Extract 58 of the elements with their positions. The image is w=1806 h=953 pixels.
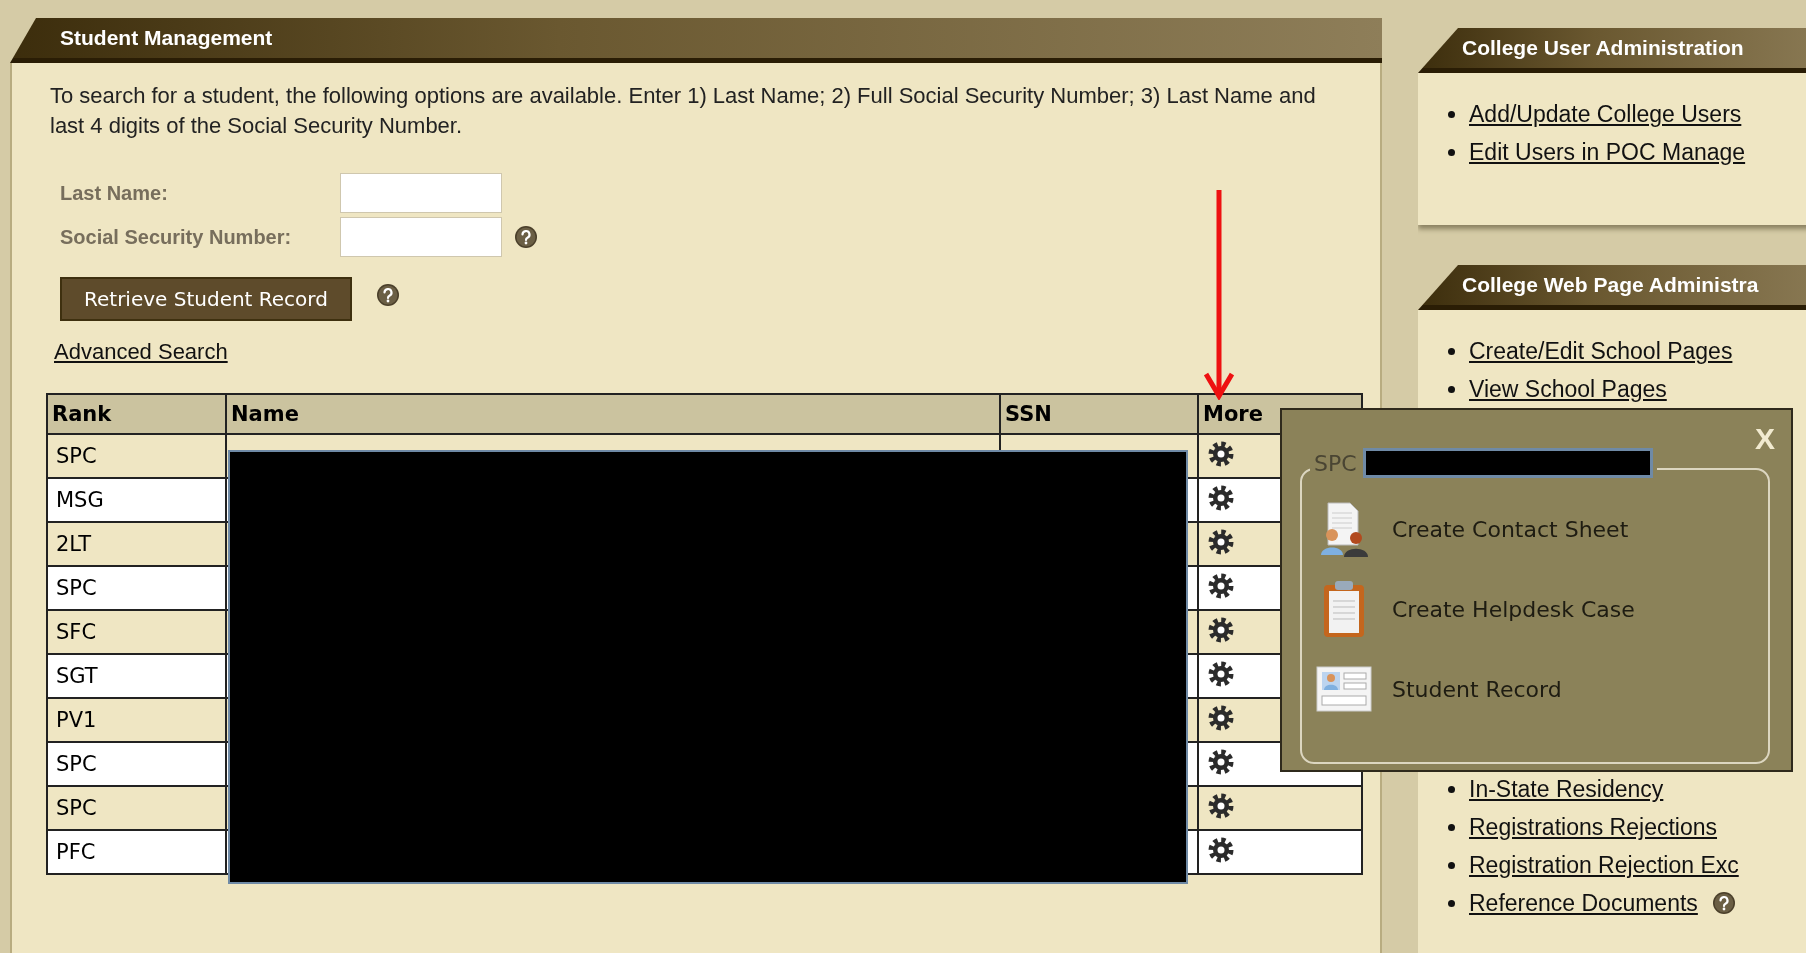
menu-item[interactable]: Student Record (1392, 676, 1562, 702)
table-cell: PFC (47, 830, 226, 874)
menu-item[interactable]: Create Contact Sheet (1392, 516, 1629, 542)
table-cell: SPC (47, 742, 226, 786)
input-field[interactable] (340, 173, 502, 213)
advanced-search-link[interactable]: Advanced Search (54, 339, 228, 365)
column-header: Name (226, 394, 1000, 434)
instructions-text: To search for a student, the following options are available. Enter 1) Last Name; 2) Full Social Security Number; 3) Last Name and last 4 digits of the Social Security Number. (50, 82, 1317, 140)
gear-icon[interactable] (1207, 615, 1235, 644)
group-title: SPC (1314, 450, 1357, 476)
table-cell: PV1 (47, 698, 226, 742)
bullet (1448, 347, 1455, 355)
field-label: Social Security Number: (60, 225, 293, 249)
panel-header: College Web Page Administra (1418, 265, 1806, 310)
bullet (1448, 861, 1455, 869)
sidebar-link[interactable]: Reference Documents (1469, 889, 1698, 917)
help-icon[interactable] (1711, 891, 1736, 915)
gear-icon[interactable] (1207, 791, 1235, 820)
contacts-document-icon (1318, 501, 1370, 557)
table-cell: MSG (47, 478, 226, 522)
gear-icon[interactable] (1207, 527, 1235, 556)
panel-header: College User Administration (1418, 28, 1806, 73)
table-cell: SGT (47, 654, 226, 698)
id-card-icon (1316, 666, 1372, 712)
input-field[interactable] (340, 217, 502, 257)
table-cell: SFC (47, 610, 226, 654)
bullet (1448, 110, 1455, 118)
bullet (1448, 385, 1455, 393)
sidebar-link[interactable]: Add/Update College Users (1469, 100, 1742, 128)
sidebar-link[interactable]: Edit Users in POC Manage (1469, 138, 1746, 166)
sidebar-link[interactable]: View School Pages (1469, 375, 1667, 403)
bullet (1448, 785, 1455, 793)
sidebar-link[interactable]: Registration Rejection Exc (1469, 851, 1739, 879)
retrieve-button[interactable]: Retrieve Student Record (60, 277, 352, 321)
sidebar-link[interactable]: Create/Edit School Pages (1469, 337, 1733, 365)
gear-icon[interactable] (1207, 703, 1235, 732)
panel-header: Student Management (10, 18, 1382, 63)
bullet (1448, 899, 1455, 907)
table-cell: SPC (47, 786, 226, 830)
gear-icon[interactable] (1207, 659, 1235, 688)
help-icon[interactable] (375, 283, 400, 307)
table-cell: SPC (47, 434, 226, 478)
gear-icon[interactable] (1207, 483, 1235, 512)
column-header: SSN (1000, 394, 1198, 434)
menu-item[interactable]: Create Helpdesk Case (1392, 596, 1635, 622)
sidebar-link[interactable]: In-State Residency (1469, 775, 1664, 803)
help-icon[interactable] (514, 225, 538, 249)
table-cell: 2LT (47, 522, 226, 566)
gear-icon[interactable] (1207, 571, 1235, 600)
table-cell: SPC (47, 566, 226, 610)
gear-icon[interactable] (1207, 835, 1235, 864)
field-label: Last Name: (60, 181, 169, 205)
gear-icon[interactable] (1207, 439, 1235, 468)
column-header: Rank (47, 394, 226, 434)
bullet (1448, 823, 1455, 831)
sidebar-link[interactable]: Registrations Rejections (1469, 813, 1717, 841)
bullet (1448, 148, 1455, 156)
gear-icon[interactable] (1207, 747, 1235, 776)
